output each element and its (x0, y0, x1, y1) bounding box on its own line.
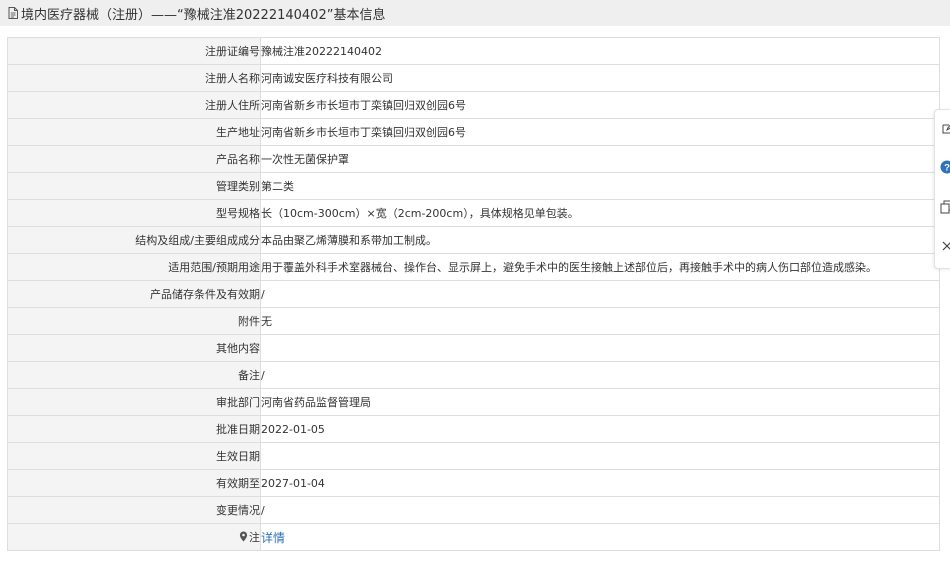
note-row: 注详情 (7, 523, 940, 551)
row-value: 用于覆盖外科手术室器械台、操作台、显示屏上，避免手术中的医生接触上述部位后，再接… (260, 253, 940, 281)
row-value: / (260, 496, 940, 524)
table-row: 注册人名称 河南诚安医疗科技有限公司 (7, 64, 940, 92)
row-value: 豫械注准20222140402 (260, 37, 940, 65)
row-label: 产品储存条件及有效期 (7, 280, 261, 308)
table-row: 审批部门 河南省药品监督管理局 (7, 388, 940, 416)
table-row: 注册人住所 河南省新乡市长垣市丁栾镇回归双创园6号 (7, 91, 940, 119)
row-label: 批准日期 (7, 415, 261, 443)
row-label: 附件 (7, 307, 261, 335)
info-table-body: 注册证编号 豫械注准20222140402 注册人名称 河南诚安医疗科技有限公司 注册人… (7, 37, 940, 551)
row-label: 备注 (7, 361, 261, 389)
row-value: 一次性无菌保护罩 (260, 145, 940, 173)
table-row: 生效日期 (7, 442, 940, 470)
table-row: 适用范围/预期用途 用于覆盖外科手术室器械台、操作台、显示屏上，避免手术中的医生接… (7, 253, 940, 281)
page-title: 境内医疗器械（注册）——“豫械注准20222140402”基本信息 (21, 7, 386, 23)
row-label: 变更情况 (7, 496, 261, 524)
row-value: 本品由聚乙烯薄膜和系带加工制成。 (260, 226, 940, 254)
row-value: 河南省药品监督管理局 (260, 388, 940, 416)
help-icon[interactable]: ? (940, 160, 950, 174)
table-row: 其他内容 (7, 334, 940, 362)
page-header: 境内医疗器械（注册）——“豫械注准20222140402”基本信息 (0, 0, 950, 26)
row-label: 审批部门 (7, 388, 261, 416)
table-row: 管理类别 第二类 (7, 172, 940, 200)
row-value: 2027-01-04 (260, 469, 940, 497)
detail-link[interactable]: 详情 (262, 531, 286, 545)
row-value: / (260, 361, 940, 389)
row-label: 注册人住所 (7, 91, 261, 119)
table-row: 批准日期 2022-01-05 (7, 415, 940, 443)
table-row: 有效期至 2027-01-04 (7, 469, 940, 497)
pin-icon (239, 531, 248, 545)
row-value: 无 (260, 307, 940, 335)
note-label-cell: 注 (7, 523, 261, 551)
close-icon[interactable] (940, 239, 950, 253)
row-value: / (260, 280, 940, 308)
copy-icon[interactable] (940, 200, 950, 214)
note-value-cell: 详情 (260, 523, 940, 551)
table-row: 结构及组成/主要组成成分 本品由聚乙烯薄膜和系带加工制成。 (7, 226, 940, 254)
row-label: 型号规格 (7, 199, 261, 227)
row-value: 第二类 (260, 172, 940, 200)
table-row: 注册证编号 豫械注准20222140402 (7, 37, 940, 65)
row-label: 结构及组成/主要组成成分 (7, 226, 261, 254)
row-label: 生产地址 (7, 118, 261, 146)
row-value: 长（10cm-300cm）×宽（2cm-200cm），具体规格见单包装。 (260, 199, 940, 227)
row-value: 河南省新乡市长垣市丁栾镇回归双创园6号 (260, 118, 940, 146)
note-label: 注 (249, 531, 260, 544)
row-label: 生效日期 (7, 442, 261, 470)
info-table: 注册证编号 豫械注准20222140402 注册人名称 河南诚安医疗科技有限公司 注册人… (7, 37, 940, 551)
row-value: 2022-01-05 (260, 415, 940, 443)
row-label: 适用范围/预期用途 (7, 253, 261, 281)
table-row: 变更情况 / (7, 496, 940, 524)
document-icon (6, 6, 20, 20)
row-value: 河南诚安医疗科技有限公司 (260, 64, 940, 92)
row-label: 产品名称 (7, 145, 261, 173)
row-label: 管理类别 (7, 172, 261, 200)
row-label: 注册证编号 (7, 37, 261, 65)
edit-icon[interactable] (940, 121, 950, 135)
table-row: 产品名称 一次性无菌保护罩 (7, 145, 940, 173)
row-value (260, 442, 940, 470)
table-row: 备注 / (7, 361, 940, 389)
table-row: 产品储存条件及有效期 / (7, 280, 940, 308)
table-row: 生产地址 河南省新乡市长垣市丁栾镇回归双创园6号 (7, 118, 940, 146)
table-row: 型号规格 长（10cm-300cm）×宽（2cm-200cm），具体规格见单包装。 (7, 199, 940, 227)
row-label: 注册人名称 (7, 64, 261, 92)
row-value: 河南省新乡市长垣市丁栾镇回归双创园6号 (260, 91, 940, 119)
side-toolbar: ? (934, 109, 950, 269)
row-label: 其他内容 (7, 334, 261, 362)
svg-text:?: ? (944, 162, 950, 173)
row-value (260, 334, 940, 362)
table-row: 附件无 (7, 307, 940, 335)
row-label: 有效期至 (7, 469, 261, 497)
